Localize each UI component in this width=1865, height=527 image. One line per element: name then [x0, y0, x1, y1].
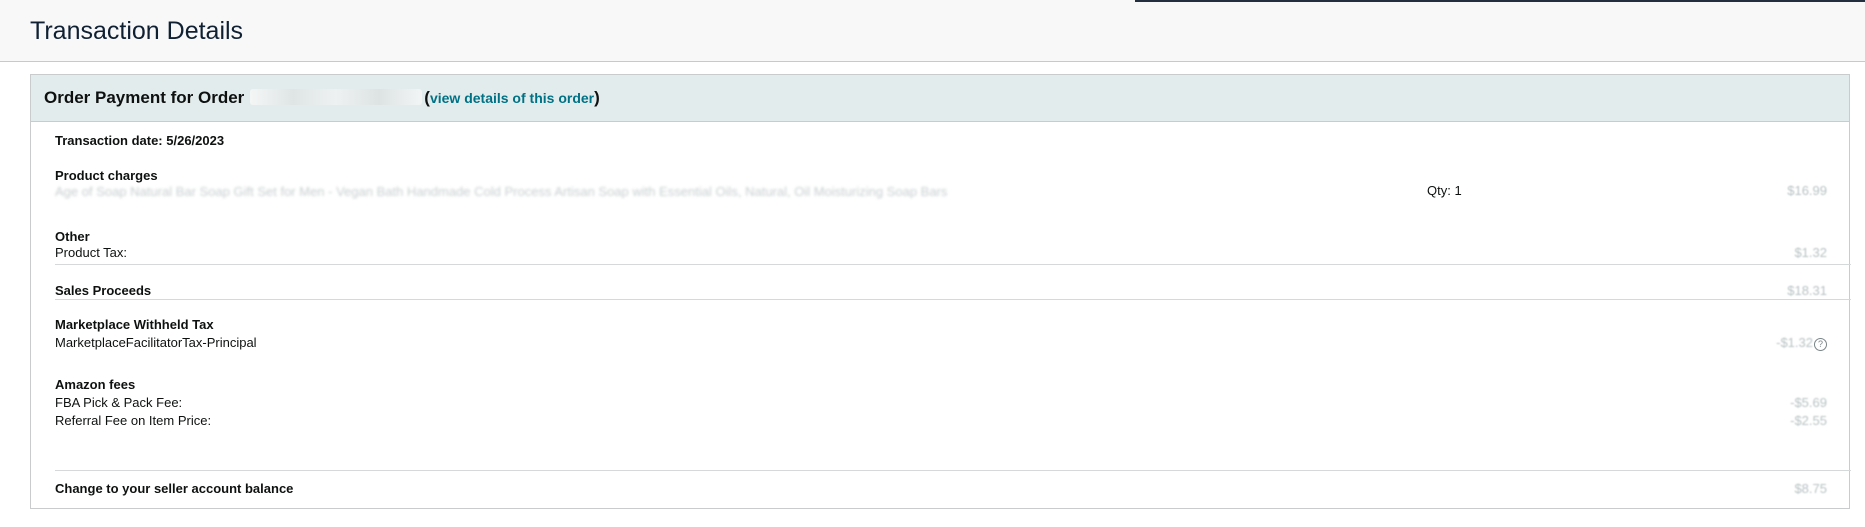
other-label: Other [55, 229, 90, 244]
order-payment-title: Order Payment for Order [44, 88, 245, 107]
divider-3 [55, 470, 1851, 471]
page-title: Transaction Details [30, 17, 244, 45]
sales-proceeds-amount: $18.31 [1787, 283, 1827, 298]
amazon-fees-section: Amazon fees FBA Pick & Pack Fee: -$5.69 … [55, 377, 1839, 429]
fba-pick-pack-fee-amount: -$5.69 [1790, 395, 1827, 410]
order-id-redacted [250, 89, 423, 105]
transaction-panel: Order Payment for Order (view details of … [30, 74, 1851, 509]
balance-change-amount: $8.75 [1794, 481, 1827, 496]
view-order-details-link[interactable]: view details of this order [430, 90, 594, 106]
panel-header: Order Payment for Order (view details of … [31, 75, 1849, 122]
product-tax-label: Product Tax: [55, 245, 128, 260]
marketplace-facilitator-tax-label: MarketplaceFacilitatorTax-Principal [55, 335, 257, 350]
product-item-description: Age of Soap Natural Bar Soap Gift Set fo… [55, 184, 948, 199]
panel-header-text: Order Payment for Order (view details of … [44, 88, 600, 108]
sales-proceeds-label: Sales Proceeds [55, 283, 152, 298]
product-qty: Qty: 1 [1427, 183, 1462, 198]
balance-change-label: Change to your seller account balance [55, 481, 294, 496]
transaction-date-row: Transaction date: 5/26/2023 [55, 133, 1839, 149]
amazon-fees-label: Amazon fees [55, 377, 136, 392]
product-charges-amount: $16.99 [1787, 183, 1827, 198]
referral-fee-label: Referral Fee on Item Price: [55, 413, 212, 428]
question-circle-icon[interactable]: ? [1814, 338, 1827, 351]
top-accent-line [1135, 0, 1865, 2]
product-charges-label: Product charges [55, 168, 158, 183]
marketplace-withheld-tax-section: Marketplace Withheld Tax MarketplaceFaci… [55, 317, 1839, 353]
product-tax-amount: $1.32 [1794, 245, 1827, 260]
marketplace-withheld-tax-label: Marketplace Withheld Tax [55, 317, 214, 332]
paren-close: ) [594, 88, 600, 107]
top-bar: Transaction Details [0, 0, 1865, 62]
other-section: Other Product Tax: $1.32 [55, 229, 1839, 265]
divider-2 [55, 299, 1851, 300]
marketplace-withheld-tax-amount: -$1.32 [1776, 335, 1813, 350]
marketplace-withheld-tax-amount-wrap: -$1.32? [1776, 335, 1827, 351]
transaction-date: Transaction date: 5/26/2023 [55, 133, 225, 148]
divider-1 [55, 264, 1851, 265]
fba-pick-pack-fee-label: FBA Pick & Pack Fee: [55, 395, 183, 410]
product-charges-section: Product charges Age of Soap Natural Bar … [55, 168, 1839, 204]
balance-change-row: Change to your seller account balance $8… [55, 481, 1839, 499]
referral-fee-amount: -$2.55 [1790, 413, 1827, 428]
